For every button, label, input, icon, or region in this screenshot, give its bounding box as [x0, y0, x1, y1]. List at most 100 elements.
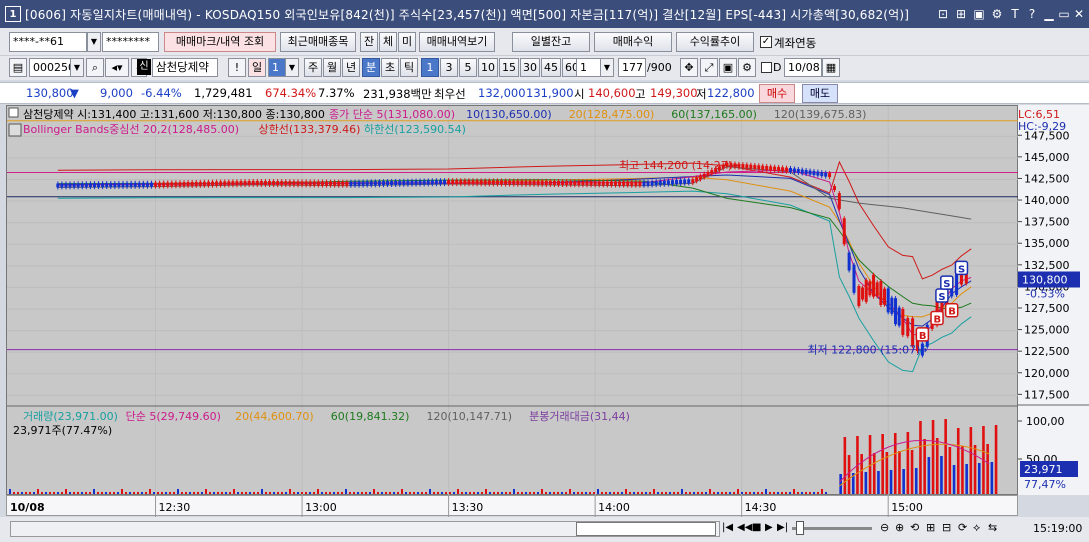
- cycle-icon[interactable]: ⟳: [958, 521, 967, 534]
- reset-icon[interactable]: ⟲: [910, 521, 919, 534]
- high-annotation: 최고 144,200 (14:27): [619, 159, 732, 172]
- second-button[interactable]: 초: [381, 58, 399, 77]
- scroll-thumb[interactable]: [576, 522, 716, 536]
- layout-icon[interactable]: ▤: [9, 58, 27, 77]
- price-axis-label: 140,000: [1024, 194, 1070, 207]
- candle: [186, 182, 190, 187]
- volume-bar: [825, 492, 827, 494]
- scroll-prev-icon[interactable]: ◀◀: [737, 522, 752, 533]
- split-icon[interactable]: ▣: [971, 6, 987, 22]
- sell-button[interactable]: 매도: [802, 84, 838, 103]
- month-button[interactable]: 월: [323, 58, 341, 77]
- tick-button[interactable]: 틱: [400, 58, 418, 77]
- day-count-input[interactable]: 1: [268, 58, 286, 77]
- unit-input[interactable]: 1: [576, 58, 602, 77]
- stock-code-dropdown-icon[interactable]: ▼: [70, 58, 84, 77]
- trade-profit-button[interactable]: 매매수익: [594, 32, 672, 52]
- candle: [418, 180, 422, 185]
- profit-trend-button[interactable]: 수익률추이: [676, 32, 754, 52]
- week-button[interactable]: 주: [304, 58, 322, 77]
- minute-button[interactable]: 분: [362, 58, 380, 77]
- pin-icon[interactable]: ⊞: [953, 6, 969, 22]
- candle: [101, 183, 105, 188]
- unit-dropdown-icon[interactable]: ▼: [600, 58, 614, 77]
- trade-mark-query-button[interactable]: 매매마크/내역 조회: [164, 32, 276, 52]
- buy-button[interactable]: 매수: [759, 84, 795, 103]
- day-count-dropdown-icon[interactable]: ▼: [285, 58, 299, 77]
- date-checkbox[interactable]: [761, 62, 772, 73]
- account-link-checkbox[interactable]: ✓: [760, 36, 772, 48]
- interval-button-5[interactable]: 5: [459, 58, 477, 77]
- scroll-first-icon[interactable]: |◀: [722, 522, 733, 533]
- arrows-icon[interactable]: ⇆: [988, 521, 997, 534]
- daily-balance-button[interactable]: 일별잔고: [512, 32, 590, 52]
- zoom-slider[interactable]: [792, 527, 872, 530]
- candle: [601, 181, 605, 186]
- help-icon[interactable]: ?: [1024, 6, 1040, 22]
- interval-button-10[interactable]: 10: [478, 58, 498, 77]
- current-volume-label: 23,971: [1024, 463, 1063, 476]
- save-icon[interactable]: ▣: [719, 58, 737, 77]
- unfilled-mode-button[interactable]: 미: [398, 32, 416, 52]
- interval-button-15[interactable]: 15: [499, 58, 519, 77]
- trade-history-button[interactable]: 매매내역보기: [419, 32, 495, 52]
- alert-icon[interactable]: !: [228, 58, 246, 77]
- volume-bar: [497, 492, 499, 494]
- interval-button-45[interactable]: 45: [541, 58, 561, 77]
- volume-legend-item: 분봉거래대금(31,44): [529, 410, 630, 423]
- day-button[interactable]: 일: [248, 58, 266, 77]
- window-number-badge[interactable]: 1: [5, 6, 21, 22]
- crosshair-icon[interactable]: ✥: [680, 58, 698, 77]
- bollinger-legend-item: Bollinger Bands중심선 20,2(128,485.00): [23, 123, 239, 136]
- date-label: 10/08: [10, 501, 45, 514]
- close-icon[interactable]: ✕: [1071, 6, 1087, 22]
- volume-bar: [665, 492, 667, 494]
- interval-button-1[interactable]: 1: [421, 58, 439, 77]
- calendar-icon[interactable]: ▦: [822, 58, 840, 77]
- interval-button-30[interactable]: 30: [520, 58, 540, 77]
- zoom-out-icon[interactable]: ⊖: [880, 521, 889, 534]
- account-input[interactable]: ****-**61: [9, 32, 87, 52]
- settings-icon[interactable]: ⚙: [989, 6, 1005, 22]
- volume-bar: [133, 492, 135, 494]
- title-bar: 1 [0606] 자동일지차트(매매내역) - KOSDAQ150 외국인보유[…: [0, 0, 1089, 28]
- minimize-icon[interactable]: ▁: [1041, 6, 1057, 22]
- font-icon[interactable]: T: [1007, 6, 1023, 22]
- list-icon[interactable]: ⊟: [942, 521, 951, 534]
- zoom-slider-handle[interactable]: [796, 521, 804, 535]
- balance-mode-button[interactable]: 잔: [360, 32, 378, 52]
- candle: [247, 180, 251, 185]
- draw-icon[interactable]: ⤢: [700, 58, 718, 77]
- interval-button-3[interactable]: 3: [440, 58, 458, 77]
- volume-bar: [843, 437, 847, 494]
- date-input[interactable]: 10/08: [784, 58, 822, 77]
- price-chart[interactable]: 최고 144,200 (14:27)→최저 122,800 (15:07)→SS…: [7, 106, 1019, 496]
- play-icon[interactable]: ▶: [765, 522, 773, 533]
- speaker-icon[interactable]: ◂▾: [105, 58, 129, 77]
- stock-name[interactable]: 삼천당제약: [152, 58, 218, 77]
- gear-icon[interactable]: ⚙: [738, 58, 756, 77]
- grid-icon[interactable]: ⊞: [926, 521, 935, 534]
- pointer-icon[interactable]: ⟡: [973, 521, 980, 535]
- candle: [129, 182, 133, 187]
- maximize-icon[interactable]: ▭: [1056, 6, 1072, 22]
- stock-code-input[interactable]: 000250: [29, 58, 71, 77]
- scroll-last-icon[interactable]: ▶|: [777, 522, 788, 533]
- volume-bar: [445, 492, 447, 494]
- year-button[interactable]: 년: [342, 58, 360, 77]
- chart-scrollbar[interactable]: [10, 521, 720, 537]
- candle: [263, 181, 267, 186]
- candle: [886, 288, 890, 313]
- account-dropdown-icon[interactable]: ▼: [87, 32, 101, 52]
- link-icon[interactable]: ⊡: [935, 6, 951, 22]
- password-input[interactable]: ********: [102, 32, 159, 52]
- stop-icon[interactable]: ■: [752, 522, 761, 533]
- search-icon[interactable]: ⌕: [86, 58, 104, 77]
- count-input[interactable]: 177: [618, 58, 646, 77]
- volume-bar: [501, 492, 503, 494]
- recent-trades-button[interactable]: 최근매매종목: [280, 32, 356, 52]
- filled-mode-button[interactable]: 체: [379, 32, 397, 52]
- volume-bar: [765, 489, 767, 494]
- zoom-in-icon[interactable]: ⊕: [895, 521, 904, 534]
- chart-area[interactable]: 최고 144,200 (14:27) → 최저 122,800 (15:07) → S S…: [6, 105, 1019, 496]
